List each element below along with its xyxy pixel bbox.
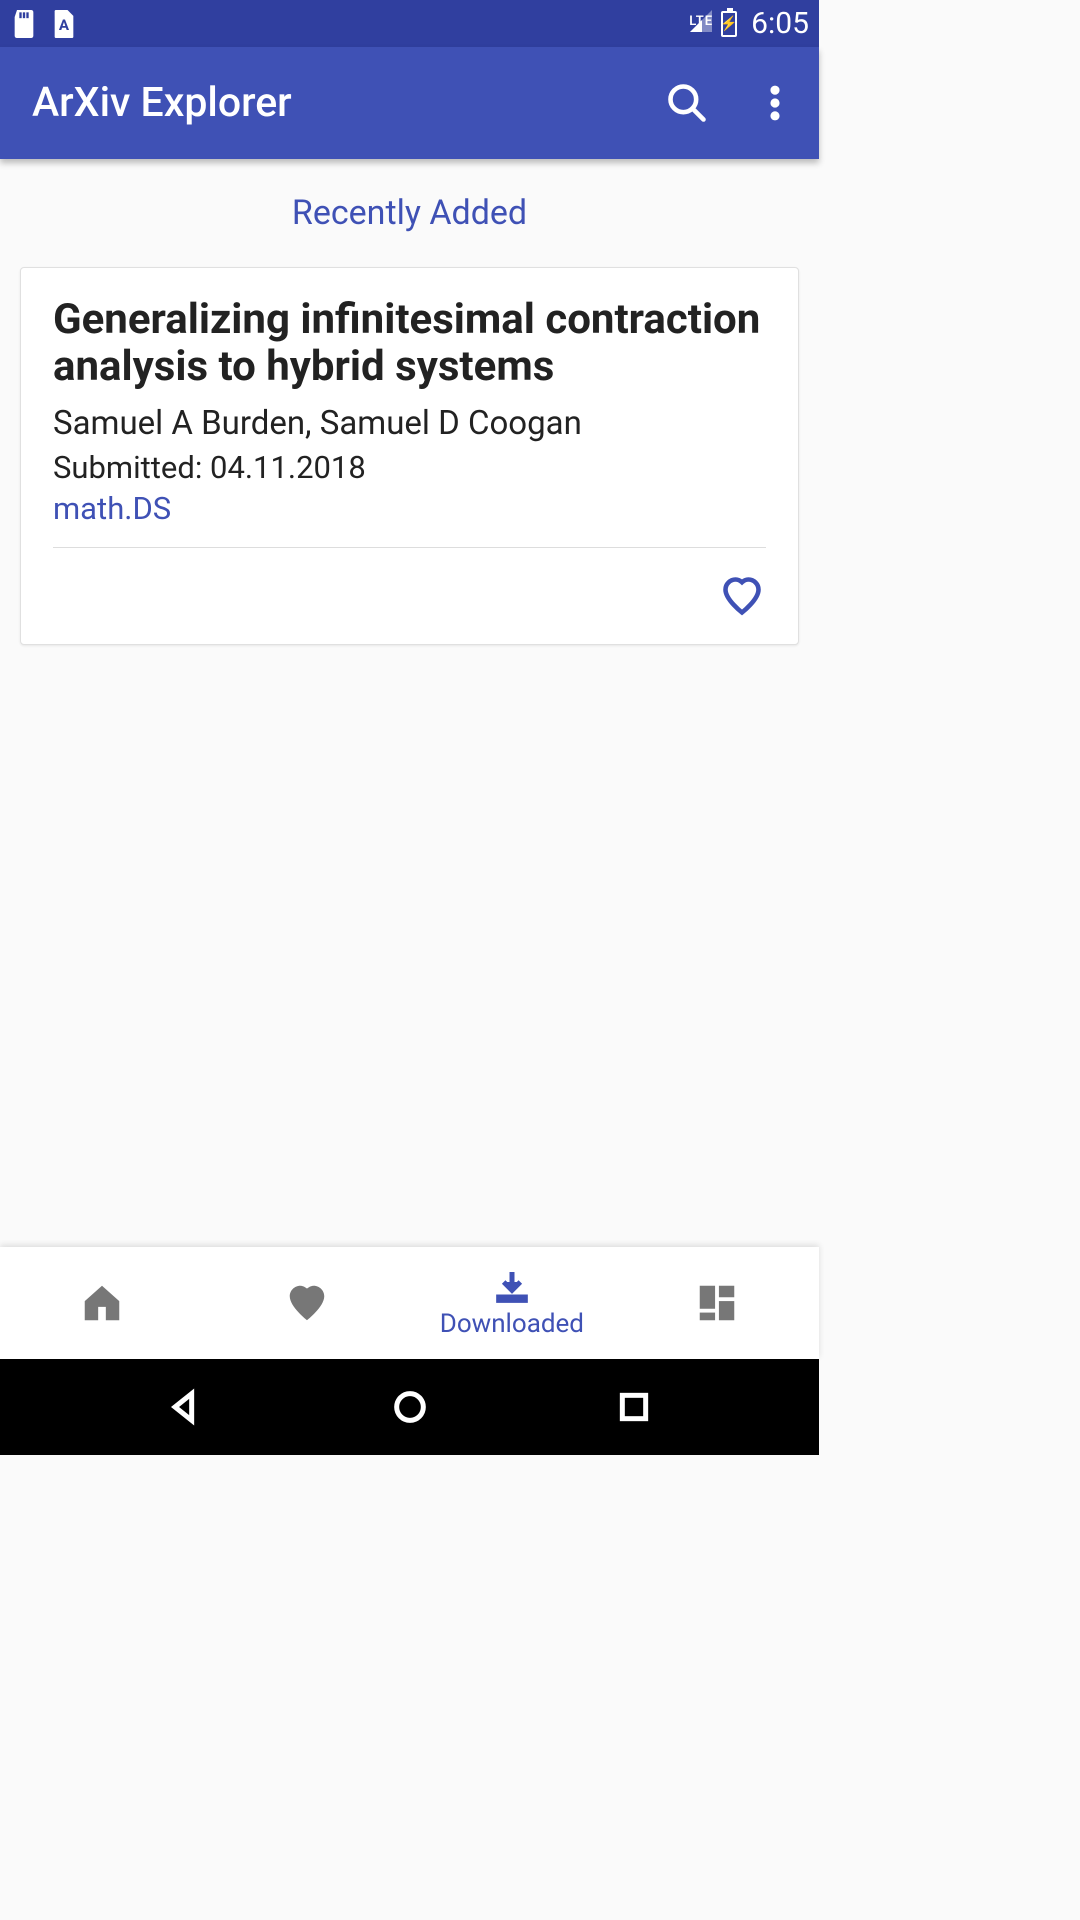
status-clock: 6:05 [751,6,809,41]
heart-icon [284,1280,330,1326]
battery-icon: ⚡ [721,11,737,37]
signal-icon [690,10,712,32]
content-area: Recently Added Generalizing infinitesima… [0,159,819,1247]
nav-categories[interactable] [614,1280,819,1326]
system-nav [0,1359,819,1455]
favorite-button[interactable] [718,572,766,620]
paper-title: Generalizing infinitesimal contraction a… [53,296,766,390]
more-icon[interactable] [751,79,799,127]
paper-card[interactable]: Generalizing infinitesimal contraction a… [20,267,799,645]
paper-submitted-date: Submitted: 04.11.2018 [53,449,766,486]
bottom-nav: Downloaded [0,1247,819,1359]
search-icon[interactable] [663,79,711,127]
section-title: Recently Added [20,159,799,267]
document-icon: A [50,7,78,41]
sd-card-icon [10,7,38,41]
status-bar: A LTE ⚡ 6:05 [0,0,819,47]
nav-home[interactable] [0,1280,205,1326]
back-button[interactable] [145,1383,225,1431]
home-icon [79,1280,125,1326]
nav-downloaded-label: Downloaded [440,1309,584,1339]
download-icon [492,1267,532,1307]
nav-favorites[interactable] [205,1280,410,1326]
app-bar: ArXiv Explorer [0,47,819,159]
svg-text:A: A [59,15,70,33]
nav-downloaded[interactable]: Downloaded [410,1267,615,1339]
paper-category: math.DS [53,490,766,547]
recent-button[interactable] [594,1383,674,1431]
paper-authors: Samuel A Burden, Samuel D Coogan [53,404,766,443]
app-title: ArXiv Explorer [32,79,292,127]
dashboard-icon [694,1280,740,1326]
home-button[interactable] [370,1383,450,1431]
